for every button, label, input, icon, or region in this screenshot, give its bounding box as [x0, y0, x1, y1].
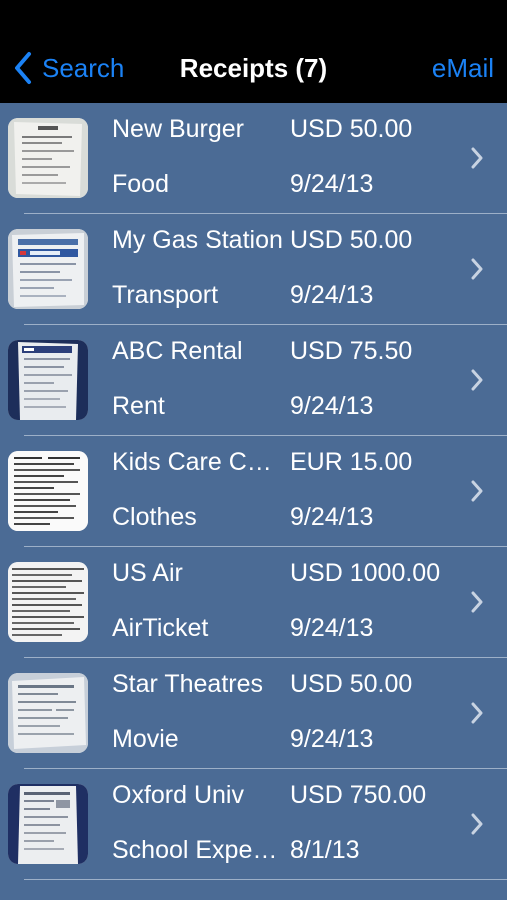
- receipt-category: Rent: [112, 392, 165, 420]
- chevron-right-icon: [471, 147, 483, 169]
- receipt-category: School Expenses: [112, 836, 284, 864]
- receipt-row[interactable]: ABC Rental USD 75.50 Rent 9/24/13: [0, 325, 507, 436]
- receipt-merchant: New Burger: [112, 115, 244, 143]
- receipt-amount: USD 50.00: [290, 670, 413, 698]
- receipt-date: 8/1/13: [290, 836, 360, 864]
- receipt-date: 9/24/13: [290, 392, 374, 420]
- receipt-thumbnail: [8, 673, 88, 753]
- receipt-category: Movie: [112, 725, 179, 753]
- chevron-right-icon: [471, 369, 483, 391]
- receipts-screen: Search Receipts (7) eMail New Burger USD…: [0, 0, 507, 900]
- receipt-row[interactable]: Kids Care Center EUR 15.00 Clothes 9/24/…: [0, 436, 507, 547]
- chevron-right-icon: [471, 702, 483, 724]
- receipt-merchant: Star Theatres: [112, 670, 264, 698]
- receipt-date: 9/24/13: [290, 503, 374, 531]
- receipt-row[interactable]: US Air USD 1000.00 AirTicket 9/24/13: [0, 547, 507, 658]
- receipt-thumbnail: [8, 562, 88, 642]
- receipt-merchant: My Gas Station: [112, 226, 283, 254]
- receipt-amount: USD 750.00: [290, 781, 427, 809]
- navigation-bar: Search Receipts (7) eMail: [0, 0, 507, 103]
- receipt-amount: USD 1000.00: [290, 559, 441, 587]
- receipt-amount: USD 75.50: [290, 337, 413, 365]
- receipt-date: 9/24/13: [290, 725, 374, 753]
- receipt-category: Clothes: [112, 503, 197, 531]
- chevron-right-icon: [471, 258, 483, 280]
- receipt-thumbnail: [8, 118, 88, 198]
- receipt-date: 9/24/13: [290, 614, 374, 642]
- receipt-category: Food: [112, 170, 169, 198]
- receipt-row[interactable]: My Gas Station USD 50.00 Transport 9/24/…: [0, 214, 507, 325]
- receipt-thumbnail: [8, 784, 88, 864]
- receipts-list: New Burger USD 50.00 Food 9/24/13 My Gas…: [0, 103, 507, 880]
- receipt-thumbnail: [8, 229, 88, 309]
- receipt-amount: USD 50.00: [290, 115, 413, 143]
- receipt-thumbnail: [8, 451, 88, 531]
- receipt-row[interactable]: Star Theatres USD 50.00 Movie 9/24/13: [0, 658, 507, 769]
- receipt-merchant: Kids Care Center: [112, 448, 284, 476]
- receipt-row[interactable]: Oxford Univ USD 750.00 School Expenses 8…: [0, 769, 507, 880]
- receipt-amount: USD 50.00: [290, 226, 413, 254]
- receipt-date: 9/24/13: [290, 281, 374, 309]
- chevron-right-icon: [471, 591, 483, 613]
- receipt-thumbnail: [8, 340, 88, 420]
- receipt-amount: EUR 15.00: [290, 448, 413, 476]
- receipt-merchant: ABC Rental: [112, 337, 243, 365]
- receipt-row[interactable]: New Burger USD 50.00 Food 9/24/13: [0, 103, 507, 214]
- page-title-text: Receipts (7): [179, 53, 328, 83]
- receipt-category: Transport: [112, 281, 219, 309]
- receipt-category: AirTicket: [112, 614, 209, 642]
- receipt-merchant: US Air: [112, 559, 183, 587]
- chevron-right-icon: [471, 480, 483, 502]
- chevron-right-icon: [471, 813, 483, 835]
- receipt-date: 9/24/13: [290, 170, 374, 198]
- row-separator: [24, 879, 507, 880]
- receipt-merchant: Oxford Univ: [112, 781, 244, 809]
- email-button[interactable]: eMail: [432, 50, 494, 86]
